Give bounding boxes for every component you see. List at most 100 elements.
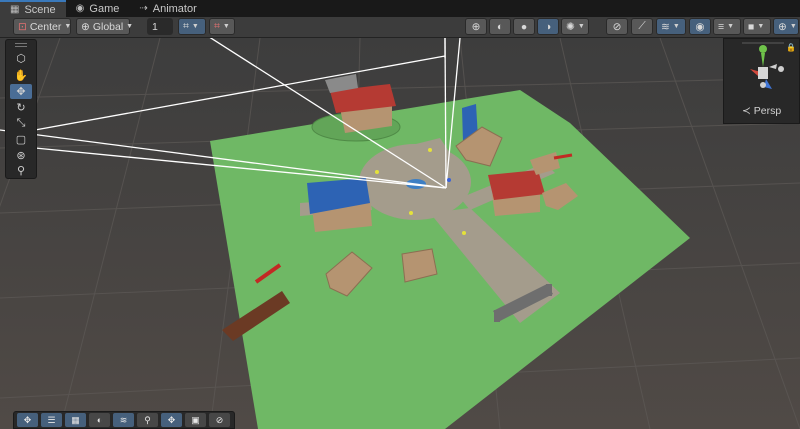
rotate-icon: ↻ — [16, 102, 26, 114]
scene-render — [0, 38, 800, 429]
chevron-down-icon: ▼ — [757, 23, 765, 30]
stack-icon: ≡ — [718, 20, 725, 33]
grid-size-input[interactable]: 1 — [147, 18, 173, 35]
gizmos-dropdown[interactable]: ≋ ▼ — [656, 18, 686, 35]
list-icon: ☰ — [47, 414, 56, 425]
rect-icon: ▢ — [15, 134, 27, 146]
eye-icon: ◉ — [695, 20, 705, 33]
camera-icon: ■ — [748, 20, 755, 33]
moon-icon: ◑ — [544, 20, 552, 33]
perspective-icon: ≺ — [742, 105, 751, 117]
pivot-mode-label: Center — [29, 20, 62, 33]
gamepad-icon: ◉ — [75, 3, 85, 14]
layers-overlay-button[interactable]: ≋ — [113, 413, 134, 427]
tab-animator-label: Animator — [152, 2, 197, 15]
search-overlay-button[interactable]: ⚲ — [137, 413, 158, 427]
space-mode-label: Global — [92, 20, 124, 33]
pivot-mode-dropdown[interactable]: ⊡ Center ▼ — [13, 18, 71, 35]
chevron-down-icon: ▼ — [64, 23, 72, 30]
camera-icon: ▣ — [191, 414, 200, 425]
rotate-tool-button[interactable]: ↻ — [10, 100, 32, 115]
chevron-down-icon: ▼ — [577, 23, 585, 30]
grid-icon: ▦ — [71, 414, 80, 425]
rect-tool-button[interactable]: ▢ — [10, 132, 32, 147]
tools-toggle[interactable]: ⟋ — [631, 18, 653, 35]
increment-snap-icon: ⌗ — [214, 20, 220, 32]
transform-icon: ⊛ — [16, 150, 26, 162]
camera-dropdown[interactable]: ■ ▼ — [743, 18, 771, 35]
axis-gizmo-graphic — [742, 42, 784, 89]
layers-icon: ≋ — [119, 414, 128, 425]
pan-icon: ✥ — [167, 414, 176, 425]
chevron-down-icon: ▼ — [727, 23, 735, 30]
hand-icon: ✋ — [14, 70, 28, 82]
chevron-down-icon: ▼ — [191, 23, 199, 30]
tool-icon: ⟋ — [638, 20, 646, 32]
grid-size-value: 1 — [152, 20, 158, 33]
draw-mode-button[interactable]: ⊕ — [465, 18, 487, 35]
pan-overlay-button[interactable]: ✥ — [161, 413, 182, 427]
tab-game[interactable]: ◉ Game — [66, 0, 130, 17]
chevron-down-icon: ▼ — [126, 23, 134, 30]
projection-toggle[interactable]: ≺ Persp — [742, 105, 781, 117]
pivot-icon: ⊡ — [18, 20, 27, 33]
effects-dropdown[interactable]: ✺ ▼ — [561, 18, 589, 35]
editor-tab-bar: ▦ Scene ◉ Game ⇢ Animator — [0, 0, 800, 17]
orientation-gizmo[interactable]: 🔒 ≺ Persp — [723, 38, 800, 124]
view-tool-cube-button[interactable]: ⬡ — [10, 51, 32, 66]
projection-label: Persp — [753, 105, 782, 117]
chevron-down-icon: ▼ — [789, 23, 797, 30]
move-icon: ✥ — [23, 414, 32, 425]
custom-tool-icon: ⚲ — [16, 165, 26, 177]
scale-icon: ⤡ — [16, 117, 26, 129]
lighting-overlay-button[interactable]: ◐ — [89, 413, 110, 427]
scene-toolbar: ⊡ Center ▼ ⊕ Global ▼ 1 ⌗ ▼ ⌗ ▼ ⊕ ◐ ● ◑ … — [0, 17, 800, 38]
orientation-dropdown[interactable]: ⊕ ▼ — [773, 18, 799, 35]
tab-scene-label: Scene — [24, 3, 56, 16]
globe-icon: ⊕ — [81, 20, 90, 33]
space-mode-dropdown[interactable]: ⊕ Global ▼ — [76, 18, 134, 35]
sphere-icon: ● — [520, 20, 528, 33]
sun-icon: ✺ — [566, 20, 575, 33]
drag-handle-icon[interactable] — [15, 43, 27, 47]
grid-overlay-button[interactable]: ▦ — [65, 413, 86, 427]
tab-scene[interactable]: ▦ Scene — [0, 0, 66, 17]
camera-overlay-button[interactable]: ▣ — [185, 413, 206, 427]
tool-palette: ⬡ ✋ ✥ ↻ ⤡ ▢ ⊛ ⚲ — [5, 39, 37, 179]
audio-mute-icon: ⊘ — [612, 20, 622, 33]
move-icon: ✥ — [16, 86, 26, 98]
custom-tool-button[interactable]: ⚲ — [10, 163, 32, 178]
scene-viewport[interactable] — [0, 38, 800, 429]
compass-icon: ⊘ — [215, 414, 224, 425]
scale-tool-button[interactable]: ⤡ — [10, 116, 32, 131]
grid-snap-separator — [137, 18, 143, 35]
grid-snapping-toggle[interactable]: ⌗ ▼ — [178, 18, 206, 35]
grid-snap-icon: ⌗ — [183, 20, 189, 32]
grid-icon: ▦ — [10, 4, 20, 15]
layers-icon: ≋ — [661, 20, 670, 33]
inspector-overlay-button[interactable]: ☰ — [41, 413, 62, 427]
overlay-toolbar: ✥ ☰ ▦ ◐ ≋ ⚲ ✥ ▣ ⊘ — [13, 411, 235, 429]
orbit-icon: ⊕ — [778, 20, 787, 33]
chevron-down-icon: ▼ — [222, 23, 230, 30]
animator-icon: ⇢ — [139, 3, 148, 14]
chevron-down-icon: ▼ — [672, 23, 680, 30]
audio-toggle[interactable]: ⊘ — [606, 18, 628, 35]
move-overlay-button[interactable]: ✥ — [17, 413, 38, 427]
transform-tool-button[interactable]: ⊛ — [10, 148, 32, 163]
search-icon: ⚲ — [144, 414, 151, 425]
half-moon-icon: ◐ — [96, 415, 103, 425]
hand-tool-button[interactable]: ✋ — [10, 68, 32, 83]
lighting-toggle[interactable]: ◑ — [537, 18, 559, 35]
2d-toggle-button[interactable]: ◐ — [489, 18, 511, 35]
visibility-toggle[interactable]: ◉ — [689, 18, 711, 35]
shaded-button[interactable]: ● — [513, 18, 535, 35]
crosshair-icon: ⊕ — [471, 20, 481, 33]
increment-snapping-toggle[interactable]: ⌗ ▼ — [209, 18, 235, 35]
layers-dropdown[interactable]: ≡ ▼ — [713, 18, 741, 35]
half-circle-icon: ◐ — [496, 20, 504, 33]
compass-overlay-button[interactable]: ⊘ — [209, 413, 230, 427]
tab-animator[interactable]: ⇢ Animator — [129, 0, 206, 17]
move-tool-button[interactable]: ✥ — [10, 84, 32, 99]
cube-icon: ⬡ — [16, 53, 26, 65]
